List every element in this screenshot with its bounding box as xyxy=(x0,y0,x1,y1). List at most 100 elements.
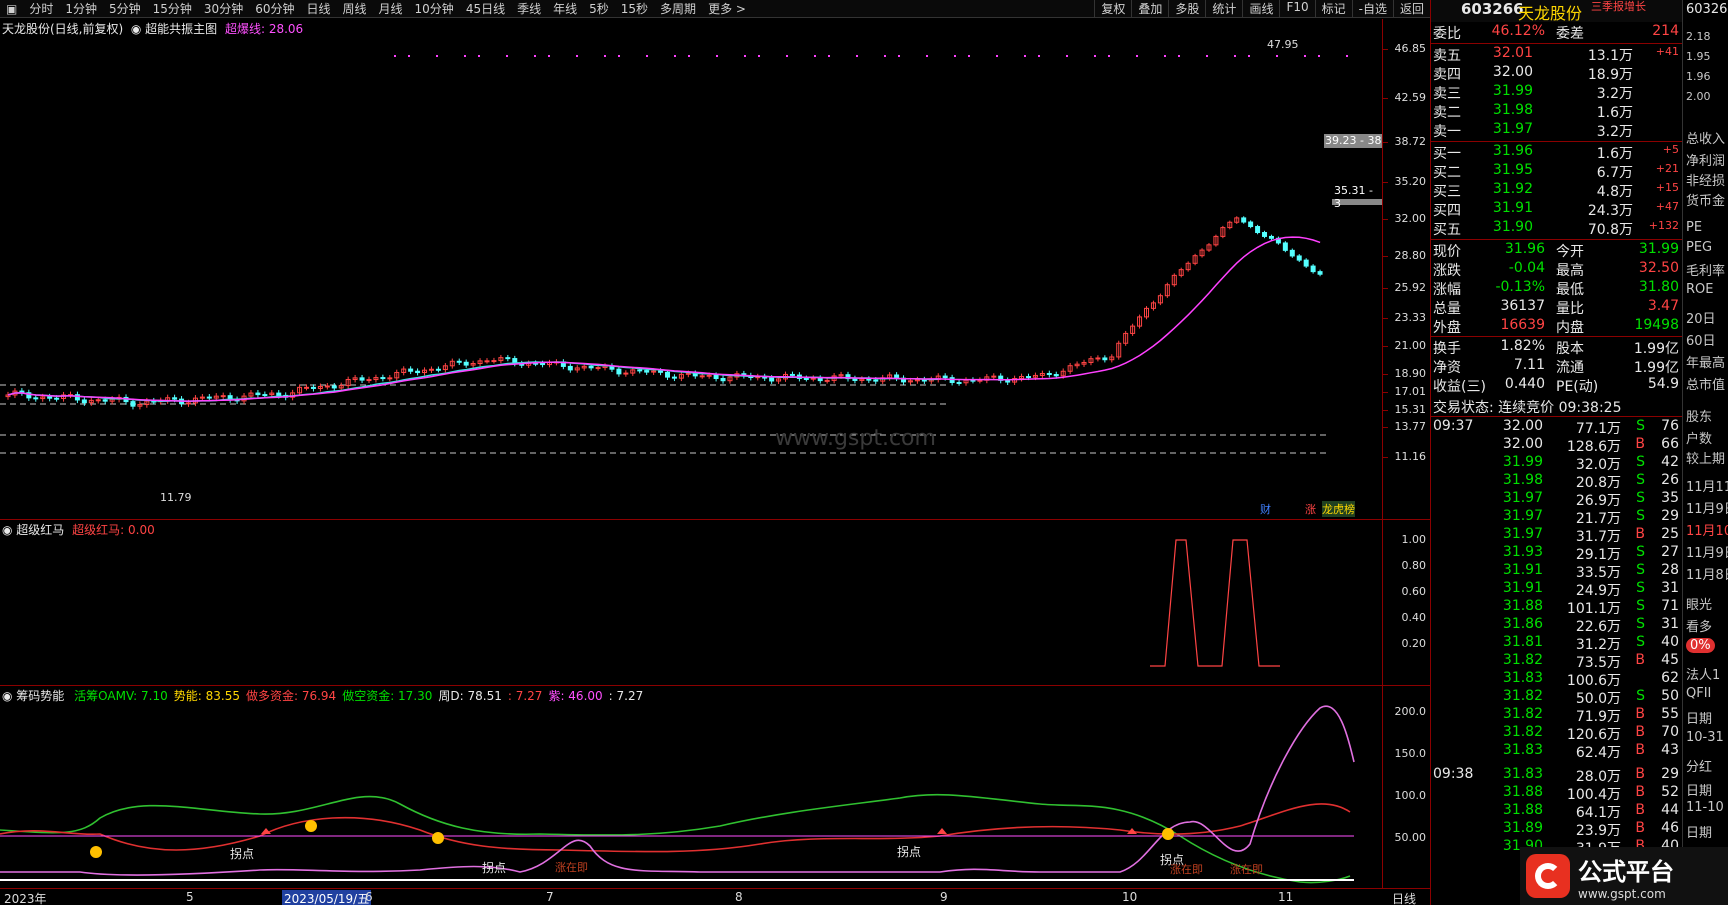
super-red-horse-panel[interactable]: ◉ 超级红马 超级红马: 0.00 xyxy=(0,519,1382,685)
tool-button-3[interactable]: 统计 xyxy=(1205,0,1242,17)
tool-button-2[interactable]: 多股 xyxy=(1168,0,1205,17)
candle[interactable] xyxy=(1053,374,1059,377)
candle[interactable] xyxy=(1005,379,1011,383)
candle[interactable] xyxy=(817,377,823,382)
candle[interactable] xyxy=(706,374,712,377)
candle[interactable] xyxy=(505,357,511,360)
candle[interactable] xyxy=(1296,255,1302,261)
tool-button-0[interactable]: 复权 xyxy=(1094,0,1131,17)
f10-item[interactable]: PE xyxy=(1686,220,1702,235)
period-tab-10[interactable]: 45日线 xyxy=(460,0,511,17)
candle[interactable] xyxy=(1282,242,1288,251)
candle[interactable] xyxy=(130,401,136,407)
candle[interactable] xyxy=(540,362,546,366)
tool-button-8[interactable]: 返回 xyxy=(1392,0,1430,17)
f10-item[interactable]: 20日 xyxy=(1686,308,1716,327)
f10-item[interactable]: 0% xyxy=(1686,638,1715,653)
candle[interactable] xyxy=(866,378,872,381)
f10-item[interactable]: 毛利率 xyxy=(1686,260,1725,279)
f10-item[interactable]: 总市值 xyxy=(1686,374,1725,393)
candle[interactable] xyxy=(1289,249,1295,257)
f10-item[interactable]: 货币金 xyxy=(1686,190,1725,209)
period-tab-6[interactable]: 日线 xyxy=(300,0,336,17)
f10-item[interactable]: 眼光 xyxy=(1686,594,1712,613)
candle[interactable] xyxy=(255,392,261,396)
f10-item[interactable]: 10-31 xyxy=(1686,730,1724,745)
f10-item[interactable]: 1.95 xyxy=(1686,50,1711,63)
candle[interactable] xyxy=(713,374,719,380)
chip-energy-panel[interactable]: ◉ 筹码势能 活筹OAMV: 7.10 势能: 83.55 做多资金: 76.94 做… xyxy=(0,685,1382,888)
f10-item[interactable]: 日期 xyxy=(1686,708,1712,727)
candle[interactable] xyxy=(102,399,108,402)
candle[interactable] xyxy=(1268,235,1274,239)
candle[interactable] xyxy=(206,396,212,399)
candle[interactable] xyxy=(95,399,101,402)
tool-button-4[interactable]: 画线 xyxy=(1242,0,1279,17)
candle[interactable] xyxy=(769,377,775,382)
candle[interactable] xyxy=(408,368,414,372)
candle[interactable] xyxy=(567,365,573,371)
candle[interactable] xyxy=(699,375,705,378)
period-tab-5[interactable]: 60分钟 xyxy=(249,0,300,17)
candle[interactable] xyxy=(359,377,365,381)
marker-cai[interactable]: 财 xyxy=(1260,501,1271,517)
candle[interactable] xyxy=(1241,217,1247,223)
period-tab-14[interactable]: 15秒 xyxy=(615,0,654,17)
candle[interactable] xyxy=(47,396,53,399)
f10-item[interactable]: 2.18 xyxy=(1686,30,1711,43)
candle[interactable] xyxy=(415,370,421,374)
candle[interactable] xyxy=(331,385,337,389)
candlestick-chart[interactable] xyxy=(0,19,1382,519)
candle[interactable] xyxy=(1310,265,1316,273)
f10-item[interactable]: 分红 xyxy=(1686,756,1712,775)
period-tab-7[interactable]: 周线 xyxy=(337,0,373,17)
f10-item[interactable]: QFII xyxy=(1686,686,1711,701)
f10-item[interactable]: 年最高 xyxy=(1686,352,1725,371)
candle[interactable] xyxy=(54,397,60,400)
candle[interactable] xyxy=(491,360,497,363)
period-tab-12[interactable]: 年线 xyxy=(547,0,583,17)
period-tab-0[interactable]: 分时 xyxy=(23,0,59,17)
f10-item[interactable]: 11-10 xyxy=(1686,800,1724,815)
candle[interactable] xyxy=(172,397,178,400)
candle[interactable] xyxy=(991,375,997,378)
candle[interactable] xyxy=(1248,221,1254,228)
f10-item[interactable]: PEG xyxy=(1686,240,1712,255)
f10-item[interactable]: 日期 xyxy=(1686,822,1712,841)
candle[interactable] xyxy=(623,372,629,375)
candle[interactable] xyxy=(185,402,191,405)
candle[interactable] xyxy=(1046,372,1052,376)
period-tab-4[interactable]: 30分钟 xyxy=(198,0,249,17)
f10-item[interactable]: 11月8日 xyxy=(1686,564,1728,583)
candle[interactable] xyxy=(852,378,858,381)
f10-item[interactable]: 1.96 xyxy=(1686,70,1711,83)
candle[interactable] xyxy=(873,379,879,382)
candle[interactable] xyxy=(1025,376,1031,379)
f10-item[interactable]: 60日 xyxy=(1686,330,1716,349)
candle[interactable] xyxy=(720,378,726,382)
tool-button-5[interactable]: F10 xyxy=(1279,0,1314,17)
candle[interactable] xyxy=(304,386,310,389)
f10-item[interactable]: 股东 xyxy=(1686,406,1712,425)
candle[interactable] xyxy=(324,385,330,388)
tool-button-6[interactable]: 标记 xyxy=(1314,0,1352,17)
candle[interactable] xyxy=(380,377,386,380)
candle[interactable] xyxy=(595,367,601,370)
candle[interactable] xyxy=(33,397,39,400)
candle[interactable] xyxy=(803,377,809,380)
f10-item[interactable]: 11月11 xyxy=(1686,476,1728,495)
candle[interactable] xyxy=(824,379,830,382)
f10-item[interactable]: 日期 xyxy=(1686,780,1712,799)
candle[interactable] xyxy=(810,377,816,380)
candle[interactable] xyxy=(276,392,282,396)
candle[interactable] xyxy=(435,368,441,371)
period-tab-3[interactable]: 15分钟 xyxy=(147,0,198,17)
candle[interactable] xyxy=(1303,259,1309,267)
candle[interactable] xyxy=(1095,357,1101,360)
chip-energy-chart[interactable]: 拐点拐点拐点拐点涨在即 涨在即 涨在即 xyxy=(0,686,1382,889)
candle[interactable] xyxy=(671,376,677,379)
window-icon[interactable]: ▣ xyxy=(0,2,23,16)
f10-item[interactable]: ROE xyxy=(1686,282,1713,297)
candle[interactable] xyxy=(428,368,434,371)
candle[interactable] xyxy=(366,379,372,382)
